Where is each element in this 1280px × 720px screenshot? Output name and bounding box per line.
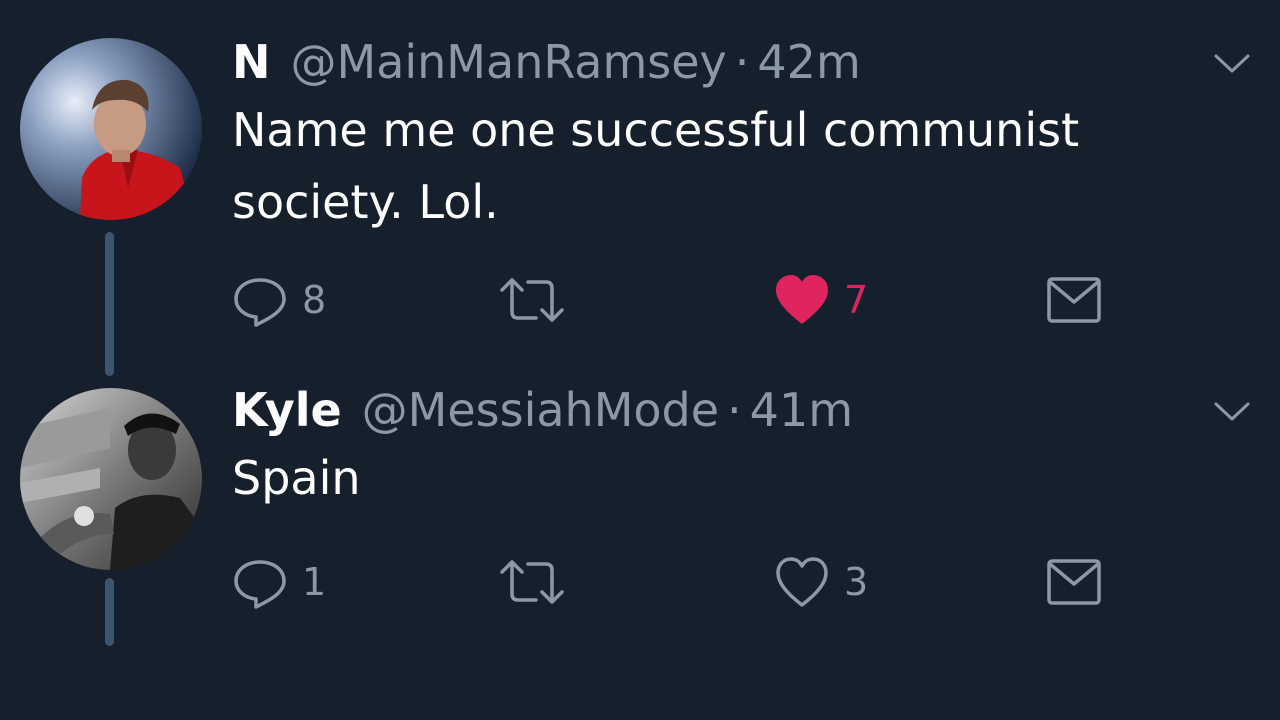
user-handle[interactable]: @MainManRamsey [291,32,727,92]
reply-icon [234,278,286,327]
separator-dot: · [734,35,750,89]
thread-line [105,232,114,376]
tweet-header: Kyle @MessiahMode · 41m [232,380,853,440]
reply-count: 8 [302,278,327,322]
tweet[interactable]: N @MainManRamsey · 42m Name me one succe… [0,0,1280,380]
user-handle[interactable]: @MessiahMode [362,380,719,440]
chevron-down-icon[interactable] [1208,40,1256,88]
share-dm-button[interactable] [1046,270,1102,330]
timestamp[interactable]: 42m [757,32,860,92]
timestamp[interactable]: 41m [750,380,853,440]
envelope-icon [1047,277,1101,323]
avatar[interactable] [20,388,202,570]
retweet-icon [500,278,564,322]
envelope-icon [1047,559,1101,605]
avatar-image [20,38,202,220]
avatar[interactable] [20,38,202,220]
reply-button[interactable]: 8 [232,270,326,330]
tweet-actions: 8 7 [232,270,1112,330]
like-count: 3 [844,560,869,604]
like-button[interactable]: 3 [774,552,868,612]
separator-dot: · [727,383,742,437]
like-count: 7 [844,278,869,322]
like-button[interactable]: 7 [774,270,868,330]
reply-count: 1 [302,560,327,604]
timeline: N @MainManRamsey · 42m Name me one succe… [0,0,1280,720]
retweet-button[interactable] [498,270,580,330]
share-dm-button[interactable] [1046,552,1102,612]
tweet-text: Spain [232,451,361,505]
heart-outline-icon [776,557,828,607]
retweet-button[interactable] [498,552,580,612]
reply-button[interactable]: 1 [232,552,326,612]
tweet-actions: 1 3 [232,552,1112,612]
thread-line [105,578,114,646]
chevron-down-icon[interactable] [1208,388,1256,436]
avatar-image [20,388,202,570]
display-name[interactable]: Kyle [232,380,342,440]
heart-filled-icon [776,275,828,324]
tweet-text: Name me one successful communist society… [232,103,1080,229]
reply-icon [234,560,286,609]
tweet-header: N @MainManRamsey · 42m [232,32,861,92]
tweet[interactable]: Kyle @MessiahMode · 41m Spain 1 3 [0,380,1280,720]
retweet-icon [500,560,564,604]
display-name[interactable]: N [232,32,271,92]
